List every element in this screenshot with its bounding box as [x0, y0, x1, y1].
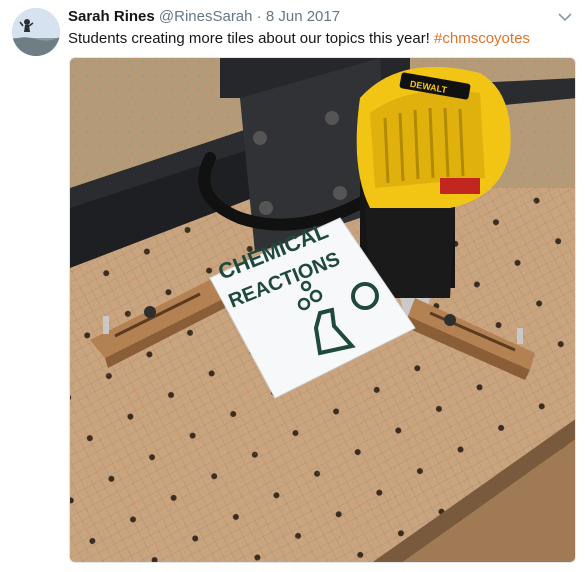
separator-dot: · [256, 8, 262, 25]
tweet-card: Sarah Rines @RinesSarah · 8 Jun 2017 Stu… [0, 0, 585, 572]
tweet-header: Sarah Rines @RinesSarah · 8 Jun 2017 [68, 8, 340, 26]
tweet-photo[interactable]: DEWALT CHEMICAL REACTIONS [69, 57, 576, 563]
user-handle[interactable]: @RinesSarah [159, 8, 253, 25]
display-name[interactable]: Sarah Rines [68, 8, 155, 25]
hashtag-link[interactable]: #chmscoyotes [434, 30, 530, 47]
chevron-down-icon[interactable] [557, 10, 573, 24]
tweet-body: Students creating more tiles about our t… [68, 30, 430, 47]
tweet-date[interactable]: 8 Jun 2017 [266, 8, 340, 25]
avatar[interactable] [12, 8, 60, 56]
cnc-router-photo: DEWALT CHEMICAL REACTIONS [70, 58, 575, 562]
tweet-text: Students creating more tiles about our t… [68, 29, 530, 49]
avatar-image [12, 8, 60, 56]
